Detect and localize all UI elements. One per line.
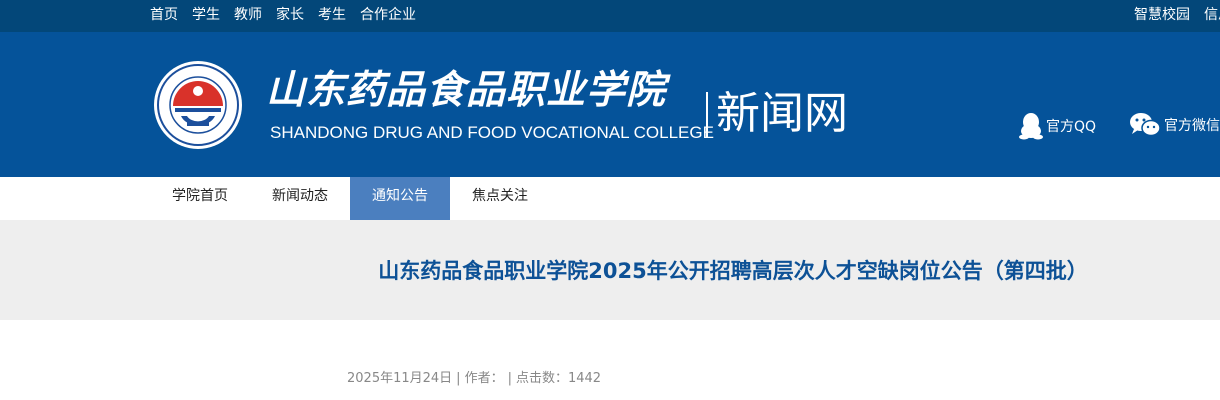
top-link-teachers[interactable]: 教师 [234, 0, 262, 32]
article-meta: 2025年11月24日 | 作者： | 点击数：1442 [347, 369, 601, 389]
meta-separator: | [507, 371, 512, 386]
header-divider [706, 92, 708, 138]
top-link-partners[interactable]: 合作企业 [360, 0, 416, 32]
article-title: 山东药品食品职业学院2025年公开招聘高层次人才空缺岗位公告（第四批） [378, 259, 1088, 283]
qq-label: 官方QQ [1046, 119, 1097, 135]
qq-link[interactable]: 官方QQ [1019, 112, 1096, 140]
wechat-icon [1130, 113, 1161, 137]
author-label: 作者： [464, 371, 504, 386]
top-link-home[interactable]: 首页 [150, 0, 178, 32]
nav-item-news[interactable]: 新闻动态 [250, 177, 350, 220]
wechat-label: 官方微信 [1164, 118, 1220, 134]
school-name-english: SHANDONG DRUG AND FOOD VOCATIONAL COLLEG… [270, 123, 714, 142]
nav-item-focus[interactable]: 焦点关注 [450, 177, 550, 220]
school-emblem-icon [154, 61, 242, 149]
top-link-smart-campus[interactable]: 智慧校园 [1134, 0, 1190, 32]
school-logo[interactable] [153, 60, 243, 150]
article-views: 1442 [567, 371, 602, 386]
top-link-info-disclosure[interactable]: 信息公开 [1204, 0, 1220, 32]
article-date: 2025年11月24日 [347, 371, 453, 386]
top-link-parents[interactable]: 家长 [276, 0, 304, 32]
wechat-link[interactable]: 官方微信 [1129, 112, 1220, 138]
top-link-examinees[interactable]: 考生 [318, 0, 346, 32]
top-right-links: 智慧校园 信息公开 [1134, 0, 1220, 32]
nav-item-home[interactable]: 学院首页 [150, 177, 250, 220]
top-nav: 首页 学生 教师 家长 考生 合作企业 [150, 0, 430, 32]
school-name-chinese: 山东药品食品职业学院 [266, 67, 667, 113]
meta-separator: | [456, 371, 461, 386]
nav-item-notices[interactable]: 通知公告 [350, 177, 450, 220]
top-link-students[interactable]: 学生 [192, 0, 220, 32]
site-header: 山东药品食品职业学院 SHANDONG DRUG AND FOOD VOCATI… [0, 32, 1220, 177]
views-label: 点击数： [515, 371, 568, 386]
top-bar: 首页 学生 教师 家长 考生 合作企业 智慧校园 信息公开 [0, 0, 1220, 32]
site-name: 新闻网 [716, 88, 848, 139]
main-nav: 学院首页 新闻动态 通知公告 焦点关注 [0, 177, 1220, 220]
qq-penguin-icon [1019, 113, 1043, 140]
article-title-band: 山东药品食品职业学院2025年公开招聘高层次人才空缺岗位公告（第四批） [0, 220, 1220, 320]
